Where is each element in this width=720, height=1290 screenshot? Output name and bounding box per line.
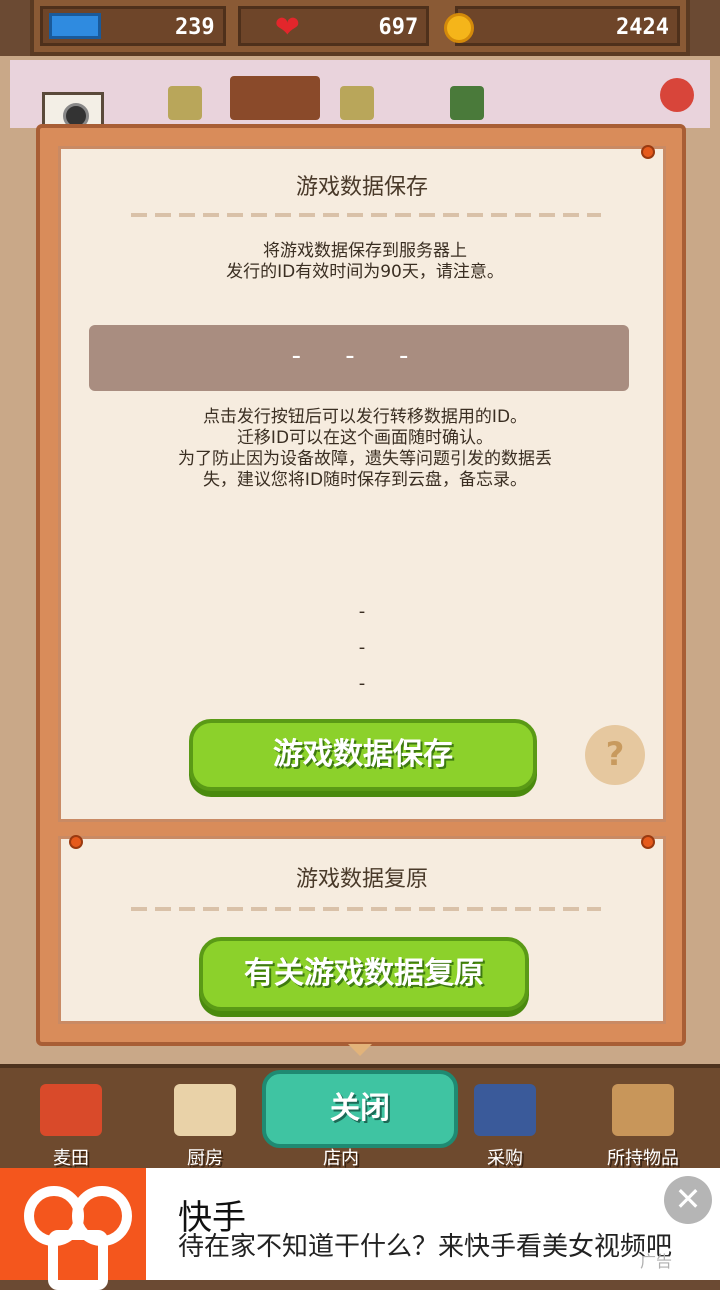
save-panel: 游戏数据保存 将游戏数据保存到服务器上 发行的ID有效时间为90天，请注意。 -… bbox=[58, 145, 666, 822]
help-button[interactable]: ? bbox=[585, 725, 645, 785]
lamp-decoration bbox=[168, 86, 202, 120]
save-description: 将游戏数据保存到服务器上 发行的ID有效时间为90天，请注意。 bbox=[226, 241, 504, 282]
pin-icon bbox=[641, 835, 655, 849]
placeholder-dash: - bbox=[358, 673, 366, 694]
balloon-decoration bbox=[660, 78, 694, 112]
nav-label: 所持物品 bbox=[607, 1148, 679, 1169]
ad-banner[interactable]: 快手 待在家不知道干什么？来快手看美女视频吧 bbox=[0, 1168, 720, 1290]
scroll-down-icon bbox=[348, 1044, 372, 1056]
nav-item-inventory[interactable]: 所持物品 bbox=[588, 1074, 698, 1169]
resource-bar: 239 ❤ 697 2424 bbox=[30, 0, 690, 56]
ad-close-icon[interactable]: ✕ bbox=[664, 1176, 712, 1224]
save-data-button[interactable]: 游戏数据保存 bbox=[189, 719, 537, 791]
kuaishou-logo-icon bbox=[0, 1168, 146, 1290]
nav-item-purchase[interactable]: 采购 bbox=[450, 1074, 560, 1169]
restore-panel-title: 游戏数据复原 bbox=[295, 867, 428, 892]
cake-decoration bbox=[230, 76, 320, 120]
nav-label: 麦田 bbox=[53, 1148, 89, 1169]
restore-info-button[interactable]: 有关游戏数据复原 bbox=[199, 937, 529, 1011]
coin-icon bbox=[444, 13, 475, 43]
placeholder-dash: - bbox=[358, 601, 366, 622]
title-divider bbox=[131, 907, 601, 911]
data-transfer-dialog: 游戏数据保存 将游戏数据保存到服务器上 发行的ID有效时间为90天，请注意。 -… bbox=[36, 124, 686, 1046]
ad-text: 待在家不知道干什么？来快手看美女视频吧 bbox=[178, 1232, 673, 1262]
heart-counter: ❤ 697 bbox=[237, 6, 430, 46]
kitchen-icon bbox=[174, 1084, 236, 1136]
pin-icon bbox=[69, 835, 83, 849]
ticket-icon bbox=[49, 13, 101, 39]
nav-item-kitchen[interactable]: 厨房 bbox=[150, 1074, 260, 1169]
save-panel-title: 游戏数据保存 bbox=[295, 175, 428, 200]
lamp-decoration bbox=[340, 86, 374, 120]
heart-icon: ❤ bbox=[274, 10, 300, 45]
nav-label: 采购 bbox=[487, 1148, 523, 1169]
nav-item-wheat-field[interactable]: 麦田 bbox=[16, 1074, 126, 1169]
ticket-counter: 239 bbox=[40, 6, 226, 46]
purchase-icon bbox=[474, 1084, 536, 1136]
heart-count: 697 bbox=[378, 15, 419, 40]
wheat-field-icon bbox=[40, 1084, 102, 1136]
ticket-count: 239 bbox=[174, 15, 215, 40]
transfer-id-display: - - - bbox=[89, 325, 629, 391]
box-icon bbox=[612, 1084, 674, 1136]
nav-label: 厨房 bbox=[187, 1148, 223, 1169]
title-divider bbox=[131, 213, 601, 217]
save-notice: 点击发行按钮后可以发行转移数据用的ID。 迁移ID可以在这个画面随时确认。 为了… bbox=[178, 407, 552, 490]
pin-icon bbox=[641, 145, 655, 159]
coin-counter: 2424 bbox=[444, 6, 680, 46]
coin-count: 2424 bbox=[616, 15, 669, 40]
plant-decoration bbox=[450, 86, 484, 120]
restore-panel: 游戏数据复原 有关游戏数据复原 bbox=[58, 835, 666, 1024]
placeholder-dash: - bbox=[358, 637, 366, 658]
close-button[interactable]: 关闭 bbox=[262, 1070, 458, 1148]
ad-tag: 广告 bbox=[640, 1252, 673, 1271]
